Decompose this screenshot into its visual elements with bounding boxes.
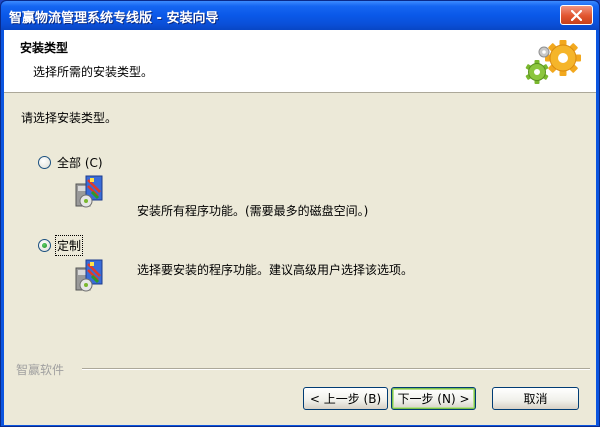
radio-custom-button[interactable]: [38, 239, 51, 252]
back-button[interactable]: < 上一步 (B): [303, 387, 388, 410]
brand-label: 智赢软件: [16, 363, 65, 377]
cancel-button[interactable]: 取消: [492, 387, 579, 410]
instruction-text: 请选择安装类型。: [21, 111, 118, 125]
package-icon: [75, 259, 103, 292]
radio-custom[interactable]: 定制: [38, 235, 84, 256]
close-icon: [571, 10, 582, 21]
radio-full[interactable]: 全部 (C): [38, 153, 104, 172]
gears-icon: [525, 40, 581, 84]
window-title: 智赢物流管理系统专线版 - 安装向导: [9, 11, 219, 26]
next-button[interactable]: 下一步 (N) >: [391, 387, 476, 410]
option-full-description: 安装所有程序功能。(需要最多的磁盘空间。): [137, 204, 369, 218]
radio-full-label[interactable]: 全部 (C): [56, 153, 104, 172]
title-bar[interactable]: 智赢物流管理系统专线版 - 安装向导: [1, 1, 599, 30]
radio-custom-label[interactable]: 定制: [54, 235, 84, 256]
close-button[interactable]: [560, 5, 593, 25]
page-subtitle: 选择所需的安装类型。: [33, 65, 154, 79]
wizard-header: 安装类型 选择所需的安装类型。: [4, 30, 596, 93]
radio-full-button[interactable]: [38, 156, 51, 169]
option-custom-description: 选择要安装的程序功能。建议高级用户选择该选项。: [137, 263, 414, 277]
dialog-body: 安装类型 选择所需的安装类型。 请选择安装类型。 全部 (C) 安装所有程序功能…: [4, 30, 596, 425]
page-title: 安装类型: [20, 41, 69, 55]
footer-divider: [82, 368, 590, 370]
package-icon: [75, 175, 103, 208]
installer-window: 智赢物流管理系统专线版 - 安装向导 安装类型 选择所需的安装类型。 请选择安装…: [0, 0, 600, 427]
